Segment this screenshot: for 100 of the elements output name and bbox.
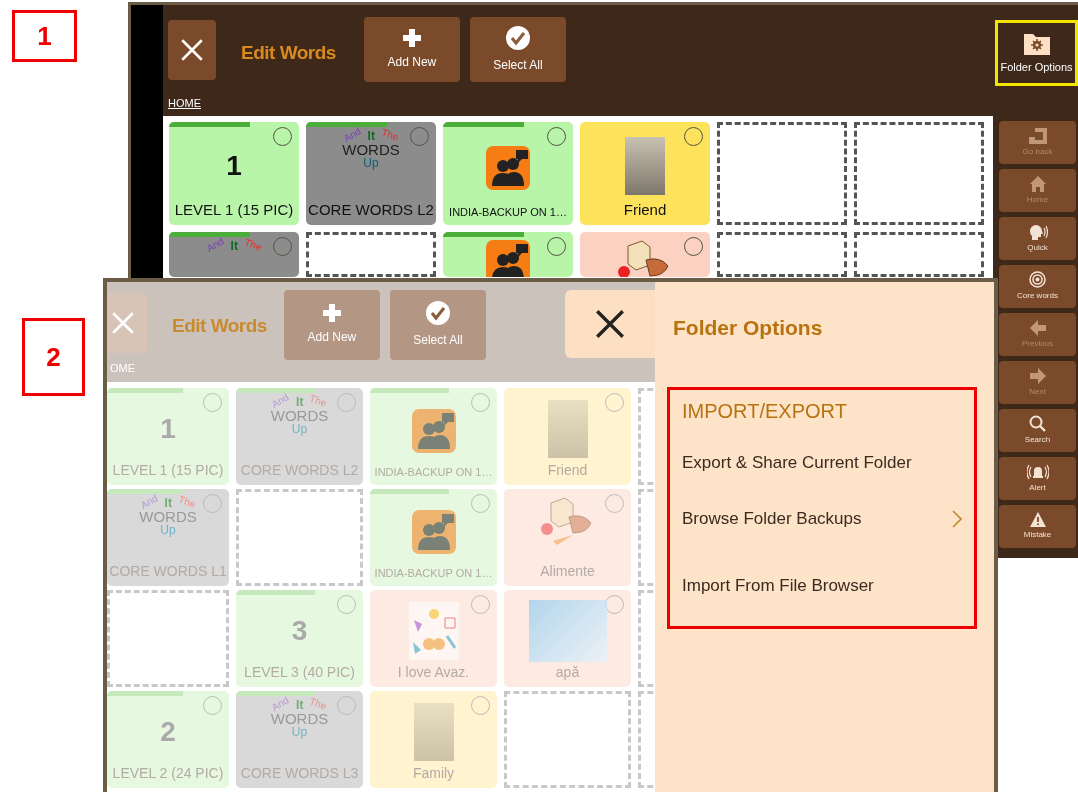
logo-word: WORDS — [139, 509, 197, 524]
search-icon — [1029, 415, 1046, 432]
toolbar-button[interactable]: Add New — [363, 17, 460, 82]
word-tile[interactable]: apă — [504, 590, 631, 687]
logo-word: Up — [160, 524, 176, 536]
logo-word: Up — [291, 423, 308, 435]
level-number: 1 — [160, 412, 176, 447]
sidebar-button[interactable]: Mistake — [999, 505, 1076, 548]
folder-tile[interactable]: INDIA-BACKUP ON 1… — [443, 122, 573, 225]
sidebar-button[interactable]: Quick — [999, 217, 1076, 260]
tile-label: I love Avaz. — [397, 664, 470, 682]
photo-placeholder — [547, 400, 588, 459]
menu-item[interactable]: Export & Share Current Folder — [682, 439, 962, 486]
step-number: 2 — [22, 318, 85, 396]
section-heading: IMPORT/EXPORT — [682, 398, 848, 424]
word-tile[interactable]: I love Avaz. — [370, 590, 497, 687]
target-icon — [1029, 271, 1046, 288]
close-icon — [593, 307, 627, 341]
tile-label: LEVEL 2 (24 PIC) — [112, 765, 224, 783]
plus-icon — [322, 304, 341, 322]
photo-placeholder — [625, 136, 665, 195]
sidebar-button[interactable]: Search — [999, 409, 1076, 452]
toolbar-button[interactable]: Select All — [389, 290, 486, 360]
people-icon — [486, 240, 530, 277]
screen-title: Edit Words — [241, 41, 336, 65]
panel-title: Folder Options — [673, 315, 824, 341]
alarm-bell-icon — [1026, 463, 1049, 480]
logo-word: And — [139, 493, 161, 512]
menu-item[interactable]: Browse Folder Backups — [682, 485, 962, 553]
logo-word: And — [270, 392, 292, 411]
word-tile[interactable]: Alimente — [504, 489, 631, 586]
folder-options-button[interactable]: Folder Options — [995, 20, 1078, 86]
logo-word: The — [307, 696, 329, 714]
folder-tile[interactable]: 2 LEVEL 2 (24 PIC) — [107, 691, 229, 788]
logo-word: The — [307, 393, 329, 411]
sidebar-button[interactable]: Core words — [999, 265, 1076, 308]
tile-label: INDIA-BACKUP ON 1… — [449, 205, 567, 220]
logo-word: The — [379, 127, 400, 145]
close-button[interactable] — [168, 20, 216, 80]
level-number: 3 — [291, 614, 308, 649]
close-icon — [179, 37, 205, 63]
warning-icon — [1029, 512, 1046, 527]
tile-label: apă — [555, 664, 580, 682]
screen-title: Edit Words — [172, 314, 267, 338]
sidebar-button[interactable]: Alert — [999, 457, 1076, 500]
speaking-head-icon — [1027, 223, 1048, 240]
folder-tile[interactable]: 1 LEVEL 1 (15 PIC) — [107, 388, 229, 485]
folder-tile[interactable]: INDIA-BACKUP ON 1… — [370, 489, 497, 586]
breadcrumb-link[interactable]: OME — [110, 362, 136, 374]
toolbar-button[interactable]: Add New — [283, 290, 380, 360]
logo-word: It — [367, 130, 375, 142]
arrow-left-icon — [1029, 319, 1046, 336]
logo-word: Up — [363, 157, 379, 169]
step-number: 1 — [12, 10, 77, 62]
close-button[interactable] — [565, 290, 655, 358]
folder-tile[interactable]: 3 LEVEL 3 (40 PIC) — [236, 590, 363, 687]
tile-label: LEVEL 1 (15 PIC) — [112, 462, 224, 480]
arrow-right-icon — [1029, 367, 1046, 384]
word-tile[interactable]: Friend — [504, 388, 631, 485]
logo-word: It — [296, 699, 304, 711]
logo-word: It — [164, 497, 172, 509]
tile-label: Family — [412, 765, 455, 783]
tile-label: Friend — [547, 462, 588, 480]
folder-tile[interactable]: And It The WORDS Up CORE WORDS L2 — [306, 122, 436, 225]
menu-item[interactable]: Import From File Browser — [682, 552, 962, 620]
logo-word: Up — [291, 726, 308, 738]
go-back-icon — [1028, 127, 1047, 144]
logo-word: WORDS — [270, 408, 329, 423]
plus-icon — [402, 28, 421, 47]
tile-label: Alimente — [540, 563, 595, 581]
logo-word: And — [205, 236, 227, 256]
logo-word: WORDS — [342, 142, 400, 157]
word-tile[interactable]: Family — [370, 691, 497, 788]
folder-tile[interactable]: 1 LEVEL 1 (15 PIC) — [169, 122, 299, 225]
logo-word: The — [176, 494, 197, 512]
folder-tile[interactable]: And It The — [169, 232, 299, 277]
people-icon — [411, 408, 456, 453]
tile-label: INDIA-BACKUP ON 1… — [374, 465, 493, 480]
folder-tile[interactable] — [443, 232, 573, 277]
logo-word: And — [270, 695, 292, 714]
photo-placeholder — [413, 703, 454, 762]
close-icon — [110, 310, 136, 336]
check-circle-icon — [425, 301, 450, 325]
logo-word: It — [230, 240, 238, 252]
people-icon — [411, 509, 456, 554]
logo-word: It — [296, 396, 304, 408]
home-icon — [1029, 175, 1046, 192]
tile-label: LEVEL 3 (40 PIC) — [244, 664, 355, 682]
check-circle-icon — [505, 25, 530, 50]
logo-word: WORDS — [270, 711, 329, 726]
word-tile[interactable]: Friend — [580, 122, 710, 225]
tile-label: CORE WORDS L2 — [308, 201, 434, 220]
folder-tile[interactable]: INDIA-BACKUP ON 1… — [370, 388, 497, 485]
logo-word: And — [342, 126, 364, 145]
breadcrumb-link[interactable]: HOME — [168, 97, 201, 109]
word-tile[interactable] — [580, 232, 710, 277]
logo-word: The — [242, 237, 263, 255]
tile-label: LEVEL 1 (15 PIC) — [174, 201, 294, 220]
level-number: 2 — [160, 715, 176, 750]
toolbar-button[interactable]: Select All — [469, 17, 566, 82]
